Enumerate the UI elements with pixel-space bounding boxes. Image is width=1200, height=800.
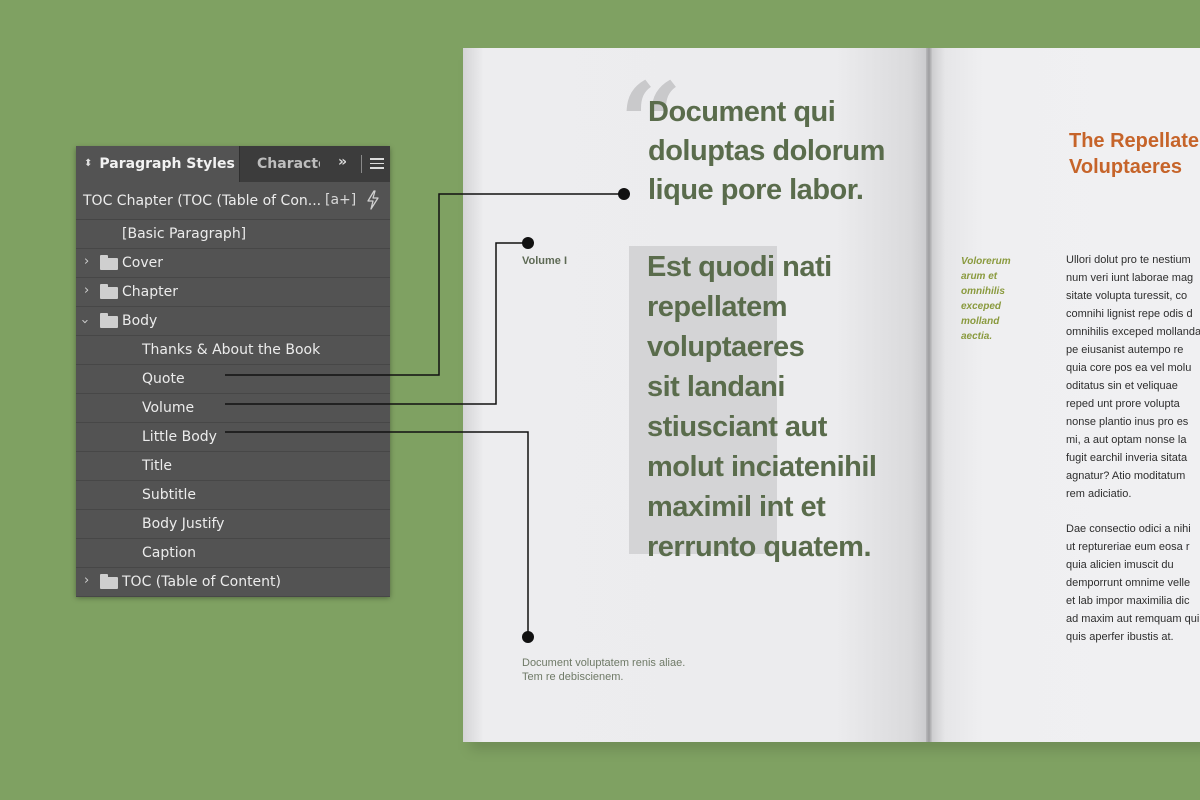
style-row-label: Body xyxy=(122,313,158,329)
tab-divider xyxy=(361,155,362,173)
body-line: quia core pos ea vel molu xyxy=(1066,362,1192,374)
little-body-line: Document voluptatem renis aliae. xyxy=(522,657,686,669)
quote-line: Document qui xyxy=(648,96,836,128)
side-note-line: arum et xyxy=(961,271,998,282)
style-row-body-justify[interactable]: Body Justify xyxy=(76,510,390,539)
style-row-little-body[interactable]: Little Body xyxy=(76,423,390,452)
style-row-title[interactable]: Title xyxy=(76,452,390,481)
volume-line: maximil int et xyxy=(647,491,826,523)
chevron-down-icon[interactable]: › xyxy=(77,319,92,324)
book-gutter xyxy=(926,48,932,742)
style-row-label: Chapter xyxy=(122,284,178,300)
body-line: quis aperfer ibustis at. xyxy=(1066,631,1174,643)
chevron-right-icon[interactable]: › xyxy=(84,254,89,269)
style-row-thanks-about-the-book[interactable]: Thanks & About the Book xyxy=(76,336,390,365)
collapse-toggle-icon[interactable]: ⬍ xyxy=(84,159,92,169)
little-body-line: Tem re debiscienem. xyxy=(522,671,624,683)
style-row-label: Quote xyxy=(142,371,185,387)
quote-line: lique pore labor. xyxy=(648,174,864,206)
style-row-label: Body Justify xyxy=(142,516,225,532)
body-line: omnihilis exceped mollanda xyxy=(1066,326,1200,338)
body-column: Ullori dolut pro te nestium num veri iun… xyxy=(1066,251,1200,646)
panel-menu-icon[interactable] xyxy=(370,158,384,169)
body-line: ad maxim aut remquam qui xyxy=(1066,613,1200,625)
new-style-from-selection-button[interactable]: [a+] xyxy=(325,192,356,208)
body-line: oditatus sin et veliquae xyxy=(1066,380,1178,392)
volume-line: stiusciant aut xyxy=(647,411,827,443)
panel-tab-bar: ⬍ Paragraph Styles Character Styles » xyxy=(76,146,390,182)
right-title-line: The Repellatem xyxy=(1069,130,1200,152)
current-style-label: TOC Chapter (TOC (Table of Con... xyxy=(83,192,322,209)
side-note-line: molland xyxy=(961,316,1000,327)
body-line: demporrunt omnime velle xyxy=(1066,577,1191,589)
volume-line: repellatem xyxy=(647,291,788,323)
right-title-line: Voluptaeres xyxy=(1069,156,1182,178)
body-line: et lab impor maximilia dic xyxy=(1066,595,1190,607)
body-line: fugit earchil inveria sitata xyxy=(1066,452,1188,464)
style-row-body[interactable]: › Body xyxy=(76,307,390,336)
body-line: comnihi lignist repe odis d xyxy=(1066,308,1193,320)
more-tabs-icon[interactable]: » xyxy=(338,154,347,170)
style-row-label: Cover xyxy=(122,255,163,271)
little-body-text: Document voluptatem renis aliae. Tem re … xyxy=(522,656,722,684)
style-row-subtitle[interactable]: Subtitle xyxy=(76,481,390,510)
chevron-right-icon[interactable]: › xyxy=(84,283,89,298)
style-row-basic-paragraph[interactable]: [Basic Paragraph] xyxy=(76,220,390,249)
style-row-label: TOC (Table of Content) xyxy=(122,574,281,590)
body-line: rem adiciatio. xyxy=(1066,488,1132,500)
style-row-toc-table-of-content[interactable]: › TOC (Table of Content) xyxy=(76,568,390,597)
side-note-line: Volorerum xyxy=(961,256,1011,267)
style-row-label: Subtitle xyxy=(142,487,197,503)
style-row-label: Little Body xyxy=(142,429,217,445)
volume-line: Est quodi nati xyxy=(647,251,832,283)
side-note-line: exceped xyxy=(961,301,1002,312)
folder-icon xyxy=(100,574,118,589)
style-row-label: [Basic Paragraph] xyxy=(122,226,247,242)
style-row-caption[interactable]: Caption xyxy=(76,539,390,568)
paragraph-styles-panel: ⬍ Paragraph Styles Character Styles » TO… xyxy=(76,146,390,597)
book-left-page-edge xyxy=(463,48,483,742)
style-row-volume[interactable]: Volume xyxy=(76,394,390,423)
chevron-right-icon[interactable]: › xyxy=(84,573,89,588)
folder-icon xyxy=(100,255,118,270)
style-row-quote[interactable]: Quote xyxy=(76,365,390,394)
body-line: mi, a aut optam nonse la xyxy=(1066,434,1187,446)
body-line: quia alicien imuscit du xyxy=(1066,559,1174,571)
volume-line: rerrunto quatem. xyxy=(647,531,872,563)
quote-text: Document qui doluptas dolorum lique pore… xyxy=(648,93,918,210)
tab-character-styles[interactable]: Character Styles xyxy=(240,146,320,182)
body-line: sitate volupta turessit, co xyxy=(1066,290,1188,302)
body-line: Ullori dolut pro te nestium xyxy=(1066,254,1191,266)
style-row-cover[interactable]: › Cover xyxy=(76,249,390,278)
body-line: num veri iunt laborae mag xyxy=(1066,272,1194,284)
body-line: reped unt prore volupta xyxy=(1066,398,1180,410)
style-row-label: Thanks & About the Book xyxy=(142,342,321,358)
style-row-label: Caption xyxy=(142,545,197,561)
style-row-label: Volume xyxy=(142,400,195,416)
tab-label: Paragraph Styles xyxy=(99,156,235,172)
quote-line: doluptas dolorum xyxy=(648,135,885,167)
style-row-label: Title xyxy=(142,458,173,474)
current-style-row[interactable]: TOC Chapter (TOC (Table of Con... [a+] xyxy=(76,182,390,220)
body-line: Dae consectio odici a nihi xyxy=(1066,523,1191,535)
volume-line: molut inciatenihil xyxy=(647,451,877,483)
right-page-title: The Repellatem Voluptaeres xyxy=(1069,128,1200,180)
folder-icon xyxy=(100,284,118,299)
side-note: Volorerum arum et omnihilis exceped moll… xyxy=(961,254,1021,344)
side-note-line: omnihilis xyxy=(961,286,1005,297)
lightning-bolt-icon[interactable] xyxy=(366,190,380,210)
body-line: ut reptureriae eum eosa r xyxy=(1066,541,1190,553)
style-list: [Basic Paragraph] › Cover › Chapter › Body Than… xyxy=(76,220,390,597)
folder-icon xyxy=(100,313,118,328)
volume-text: Est quodi nati repellatem voluptaeres si… xyxy=(647,247,917,567)
style-row-chapter[interactable]: › Chapter xyxy=(76,278,390,307)
volume-label: Volume I xyxy=(522,255,568,267)
tab-paragraph-styles[interactable]: ⬍ Paragraph Styles xyxy=(76,146,240,182)
body-line: nonse plantio inus pro es xyxy=(1066,416,1189,428)
volume-line: sit landani xyxy=(647,371,785,403)
side-note-line: aectia. xyxy=(961,331,993,342)
volume-line: voluptaeres xyxy=(647,331,805,363)
body-line: pe eiusanist autempo re xyxy=(1066,344,1184,356)
body-line: agnatur? Atio moditatum xyxy=(1066,470,1186,482)
